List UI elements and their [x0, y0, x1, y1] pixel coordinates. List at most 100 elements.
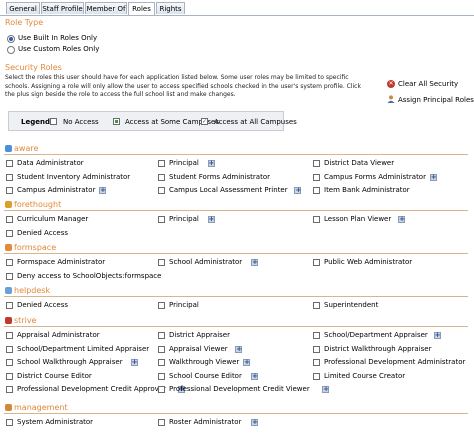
role-checkbox[interactable] [313, 173, 320, 181]
plus-icon[interactable]: + [322, 386, 330, 393]
role-checkbox[interactable] [158, 372, 165, 380]
role-label: District Data Viewer [324, 159, 395, 167]
role-checkbox[interactable] [6, 160, 13, 167]
role-checkbox[interactable] [6, 229, 13, 237]
plus-icon[interactable]: + [207, 216, 215, 223]
role-checkbox[interactable] [158, 419, 165, 426]
role-checkbox[interactable] [313, 302, 320, 309]
role-label: Campus Local Assessment Printer [169, 186, 288, 194]
role-checkbox[interactable] [313, 187, 320, 194]
role-checkbox[interactable] [158, 332, 165, 339]
role-checkbox[interactable] [158, 359, 165, 366]
role-checkbox[interactable] [158, 160, 165, 167]
role-checkbox[interactable] [313, 216, 320, 223]
role-label: Principal [169, 215, 199, 223]
role-label: District Appraiser [169, 331, 230, 339]
role-checkbox[interactable] [6, 419, 13, 426]
role-label: Professional Development Administrator [324, 358, 466, 366]
role-label: Denied Access [17, 301, 69, 309]
plus-icon[interactable]: + [433, 332, 441, 339]
role-checkbox[interactable] [6, 272, 13, 280]
role-checkbox[interactable] [6, 302, 13, 309]
user-icon[interactable] [387, 95, 395, 103]
tab-general[interactable]: General [6, 2, 40, 14]
tab-roles[interactable]: Roles [128, 2, 155, 15]
role-label: Campus Administrator [17, 186, 96, 194]
section-title: helpdesk [14, 286, 51, 295]
role-label: School/Department Limited Appraiser [17, 344, 150, 353]
role-checkbox[interactable] [313, 160, 320, 167]
role-checkbox[interactable] [313, 345, 320, 353]
security-roles-description: Select the roles this user should have f… [5, 74, 361, 99]
role-checkbox[interactable] [313, 332, 320, 339]
assign-principal-roles-link[interactable]: Assign Principal Roles [398, 96, 474, 104]
role-checkbox[interactable] [6, 173, 13, 181]
section-management: management [4, 403, 468, 414]
plus-icon[interactable]: + [235, 345, 243, 353]
role-checkbox[interactable] [158, 386, 165, 393]
clear-all-security-link[interactable]: Clear All Security [398, 80, 458, 88]
plus-icon[interactable]: + [294, 187, 302, 194]
role-label: District Walkthrough Appraiser [324, 344, 432, 353]
role-checkbox[interactable] [6, 187, 13, 194]
role-label: Limited Course Creator [324, 371, 406, 380]
role-label: Principal [169, 159, 199, 167]
role-checkbox[interactable] [6, 359, 13, 366]
role-label: Principal [169, 301, 199, 309]
role-checkbox[interactable] [6, 372, 13, 380]
tab-rights[interactable]: Rights [156, 2, 185, 14]
plus-icon[interactable]: + [251, 419, 258, 426]
plus-icon[interactable]: + [207, 160, 215, 167]
role-checkbox[interactable] [6, 216, 13, 223]
role-checkbox[interactable] [6, 345, 13, 353]
role-label: School/Department Appraiser [324, 331, 428, 339]
role-label: Roster Administrator [169, 418, 242, 426]
role-label: Denied Access [17, 228, 69, 237]
role-label: Public Web Administrator [324, 258, 413, 266]
plus-icon[interactable]: + [130, 359, 138, 366]
role-label: Lesson Plan Viewer [324, 215, 392, 223]
legend-some-campuses-box [113, 118, 120, 125]
role-checkbox[interactable] [158, 259, 165, 266]
role-checkbox[interactable] [313, 259, 320, 266]
radio-custom-roles[interactable] [7, 46, 15, 54]
section-formspace: formspace [4, 243, 468, 254]
role-checkbox[interactable] [6, 386, 13, 393]
tab-bar: General Staff Profile Member Of Roles Ri… [0, 0, 474, 16]
role-label: Deny access to SchoolObjects:formspace [17, 271, 162, 280]
role-checkbox[interactable] [313, 372, 320, 380]
role-checkbox[interactable] [313, 359, 320, 366]
section-helpdesk: helpdesk [4, 286, 468, 297]
section-title: forethought [14, 200, 62, 209]
role-label: Curriculum Manager [17, 215, 89, 223]
section-divider [4, 210, 468, 211]
forethought-icon [5, 201, 12, 208]
plus-icon[interactable]: + [398, 216, 406, 223]
section-divider [4, 413, 468, 414]
plus-icon[interactable]: + [99, 187, 106, 194]
section-divider [4, 253, 468, 254]
tab-member-of[interactable]: Member Of [85, 2, 127, 14]
clear-security-icon[interactable]: ✕ [387, 80, 395, 88]
role-checkbox[interactable] [6, 332, 13, 339]
role-checkbox[interactable] [158, 345, 165, 353]
radio-custom-roles-label: Use Custom Roles Only [18, 45, 100, 53]
role-checkbox[interactable] [158, 173, 165, 181]
plus-icon[interactable]: + [429, 173, 437, 181]
plus-icon[interactable]: + [243, 359, 251, 366]
role-checkbox[interactable] [158, 302, 165, 309]
tab-staff-profile[interactable]: Staff Profile [41, 2, 84, 14]
section-divider [4, 326, 468, 327]
role-checkbox[interactable] [158, 187, 165, 194]
role-label: Professional Development Credit Approver [17, 385, 166, 393]
section-divider [4, 296, 468, 297]
section-divider [4, 154, 468, 155]
plus-icon[interactable]: + [251, 259, 258, 266]
section-forethought: forethought [4, 200, 468, 211]
plus-icon[interactable]: + [251, 372, 258, 380]
radio-built-in-roles[interactable] [7, 35, 15, 43]
section-title: formspace [14, 243, 57, 252]
role-checkbox[interactable] [158, 216, 165, 223]
section-strive: strive [4, 316, 468, 327]
role-checkbox[interactable] [6, 259, 13, 266]
